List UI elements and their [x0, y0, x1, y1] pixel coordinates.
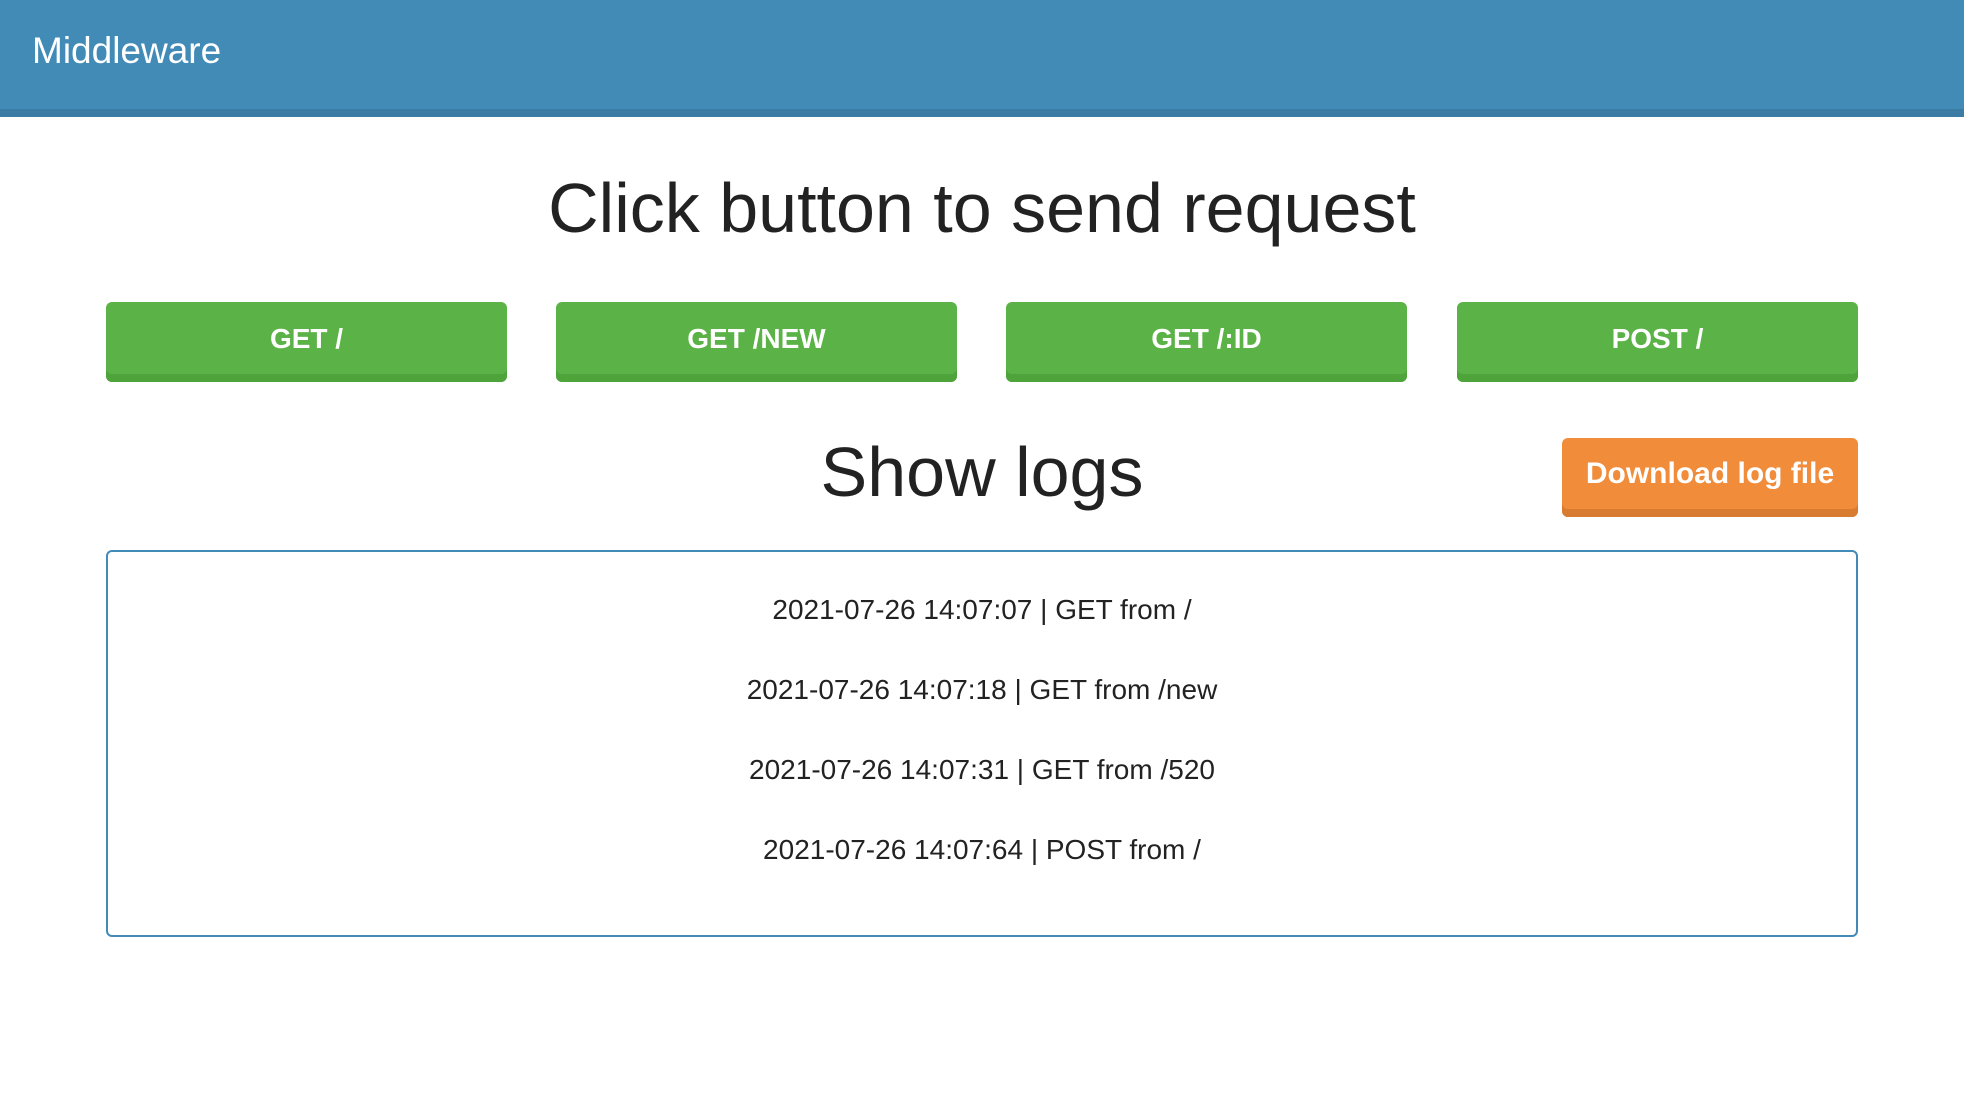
- brand-title[interactable]: Middleware: [32, 30, 221, 72]
- post-root-button[interactable]: POST /: [1457, 302, 1858, 382]
- get-new-button[interactable]: GET /NEW: [556, 302, 957, 382]
- log-entry: 2021-07-26 14:07:18 | GET from /new: [746, 674, 1218, 705]
- get-root-button[interactable]: GET /: [106, 302, 507, 382]
- log-entry: 2021-07-26 14:07:07 | GET from /: [772, 594, 1192, 625]
- get-id-button[interactable]: GET /:ID: [1006, 302, 1407, 382]
- log-entry: 2021-07-26 14:07:31 | GET from /520: [749, 754, 1215, 785]
- page-title: Click button to send request: [548, 169, 1416, 247]
- download-log-button[interactable]: Download log file: [1562, 438, 1858, 517]
- navbar: Middleware: [0, 0, 1964, 117]
- log-entry: 2021-07-26 14:07:64 | POST from /: [763, 834, 1201, 865]
- log-list: 2021-07-26 14:07:07 | GET from / 2021-07…: [106, 550, 1858, 937]
